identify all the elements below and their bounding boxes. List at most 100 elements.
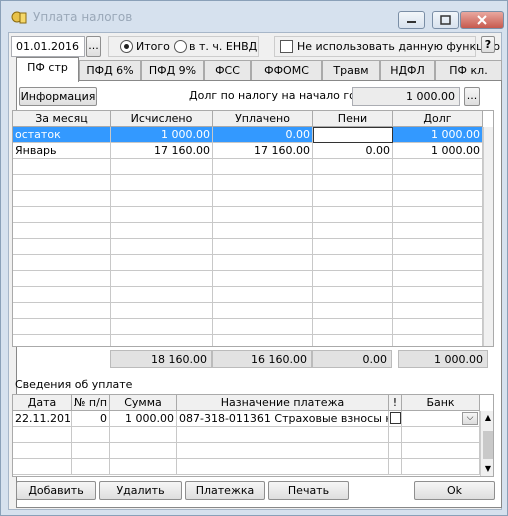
- empty-cell[interactable]: [393, 239, 483, 255]
- cell-debt[interactable]: 1 000.00: [393, 127, 483, 143]
- date-picker-button[interactable]: ...: [86, 36, 101, 57]
- close-button[interactable]: [460, 11, 504, 29]
- empty-cell[interactable]: [13, 159, 111, 175]
- cell-month[interactable]: остаток: [13, 127, 111, 143]
- empty-cell[interactable]: [111, 239, 213, 255]
- empty-cell[interactable]: [110, 427, 177, 443]
- empty-cell[interactable]: [402, 459, 480, 475]
- tab-pfd-6[interactable]: ПФД 6%: [79, 60, 141, 81]
- scroll-up-icon[interactable]: ▲: [482, 413, 493, 423]
- empty-cell[interactable]: [402, 427, 480, 443]
- empty-cell[interactable]: [389, 459, 402, 475]
- cell-purpose[interactable]: 087-318-011361 Страховые взносы на о: [177, 411, 389, 427]
- empty-cell[interactable]: [213, 239, 313, 255]
- cell-penalty[interactable]: [313, 127, 393, 143]
- empty-cell[interactable]: [313, 239, 393, 255]
- empty-cell[interactable]: [389, 443, 402, 459]
- empty-cell[interactable]: [393, 175, 483, 191]
- empty-cell[interactable]: [213, 159, 313, 175]
- empty-cell[interactable]: [393, 335, 483, 346]
- empty-cell[interactable]: [13, 443, 72, 459]
- empty-cell[interactable]: [313, 223, 393, 239]
- cell-calculated[interactable]: 1 000.00: [111, 127, 213, 143]
- payments-scrollbar[interactable]: ▲ ▼: [480, 411, 493, 476]
- empty-cell[interactable]: [213, 223, 313, 239]
- help-button[interactable]: ?: [481, 36, 495, 53]
- empty-cell[interactable]: [393, 159, 483, 175]
- empty-cell[interactable]: [313, 191, 393, 207]
- empty-cell[interactable]: [313, 319, 393, 335]
- empty-cell[interactable]: [402, 443, 480, 459]
- empty-cell[interactable]: [389, 427, 402, 443]
- flag-checkbox[interactable]: [390, 412, 401, 424]
- empty-cell[interactable]: [313, 255, 393, 271]
- empty-cell[interactable]: [111, 191, 213, 207]
- empty-cell[interactable]: [72, 427, 110, 443]
- empty-cell[interactable]: [393, 207, 483, 223]
- debt-details-button[interactable]: ...: [464, 87, 480, 106]
- empty-cell[interactable]: [213, 175, 313, 191]
- tab-travm[interactable]: Травм: [322, 60, 380, 81]
- empty-cell[interactable]: [213, 319, 313, 335]
- empty-cell[interactable]: [393, 255, 483, 271]
- tab-ffoms[interactable]: ФФОМС: [251, 60, 322, 81]
- empty-cell[interactable]: [177, 427, 389, 443]
- empty-cell[interactable]: [13, 207, 111, 223]
- empty-cell[interactable]: [13, 271, 111, 287]
- empty-cell[interactable]: [393, 271, 483, 287]
- table-scrollbar[interactable]: [483, 127, 493, 346]
- empty-cell[interactable]: [13, 335, 111, 346]
- cell-paid[interactable]: 0.00: [213, 127, 313, 143]
- empty-cell[interactable]: [13, 319, 111, 335]
- empty-cell[interactable]: [110, 459, 177, 475]
- empty-cell[interactable]: [313, 207, 393, 223]
- cell-penalty[interactable]: 0.00: [313, 143, 393, 159]
- empty-cell[interactable]: [213, 191, 313, 207]
- empty-cell[interactable]: [13, 287, 111, 303]
- cell-month[interactable]: Январь: [13, 143, 111, 159]
- empty-cell[interactable]: [13, 175, 111, 191]
- empty-cell[interactable]: [13, 255, 111, 271]
- print-button[interactable]: Печать: [268, 481, 349, 500]
- empty-cell[interactable]: [213, 303, 313, 319]
- date-field[interactable]: 01.01.2016: [11, 36, 85, 57]
- add-button[interactable]: Добавить: [16, 481, 96, 500]
- cell-debt[interactable]: 1 000.00: [393, 143, 483, 159]
- empty-cell[interactable]: [13, 223, 111, 239]
- cell-number[interactable]: 0: [72, 411, 110, 427]
- empty-cell[interactable]: [111, 223, 213, 239]
- cell-bank[interactable]: ⌵: [402, 411, 480, 427]
- scroll-thumb[interactable]: [483, 431, 493, 459]
- cell-paid[interactable]: 17 160.00: [213, 143, 313, 159]
- empty-cell[interactable]: [13, 191, 111, 207]
- empty-cell[interactable]: [13, 459, 72, 475]
- empty-cell[interactable]: [111, 319, 213, 335]
- empty-cell[interactable]: [13, 427, 72, 443]
- payment-order-button[interactable]: Платежка: [185, 481, 265, 500]
- empty-cell[interactable]: [13, 303, 111, 319]
- scroll-down-icon[interactable]: ▼: [482, 464, 493, 474]
- empty-cell[interactable]: [177, 443, 389, 459]
- empty-cell[interactable]: [393, 303, 483, 319]
- empty-cell[interactable]: [313, 335, 393, 346]
- disable-function-checkbox[interactable]: [280, 40, 293, 53]
- radio-total[interactable]: [120, 40, 133, 53]
- empty-cell[interactable]: [111, 175, 213, 191]
- empty-cell[interactable]: [313, 287, 393, 303]
- tab-fss[interactable]: ФСС: [204, 60, 251, 81]
- empty-cell[interactable]: [213, 335, 313, 346]
- radio-envd[interactable]: [174, 40, 187, 53]
- tab-pfd-9[interactable]: ПФД 9%: [141, 60, 204, 81]
- empty-cell[interactable]: [213, 271, 313, 287]
- empty-cell[interactable]: [110, 443, 177, 459]
- empty-cell[interactable]: [393, 319, 483, 335]
- empty-cell[interactable]: [111, 335, 213, 346]
- empty-cell[interactable]: [213, 287, 313, 303]
- empty-cell[interactable]: [111, 287, 213, 303]
- empty-cell[interactable]: [313, 159, 393, 175]
- empty-cell[interactable]: [111, 207, 213, 223]
- cell-calculated[interactable]: 17 160.00: [111, 143, 213, 159]
- empty-cell[interactable]: [111, 271, 213, 287]
- info-button[interactable]: Информация: [19, 87, 97, 106]
- empty-cell[interactable]: [177, 459, 389, 475]
